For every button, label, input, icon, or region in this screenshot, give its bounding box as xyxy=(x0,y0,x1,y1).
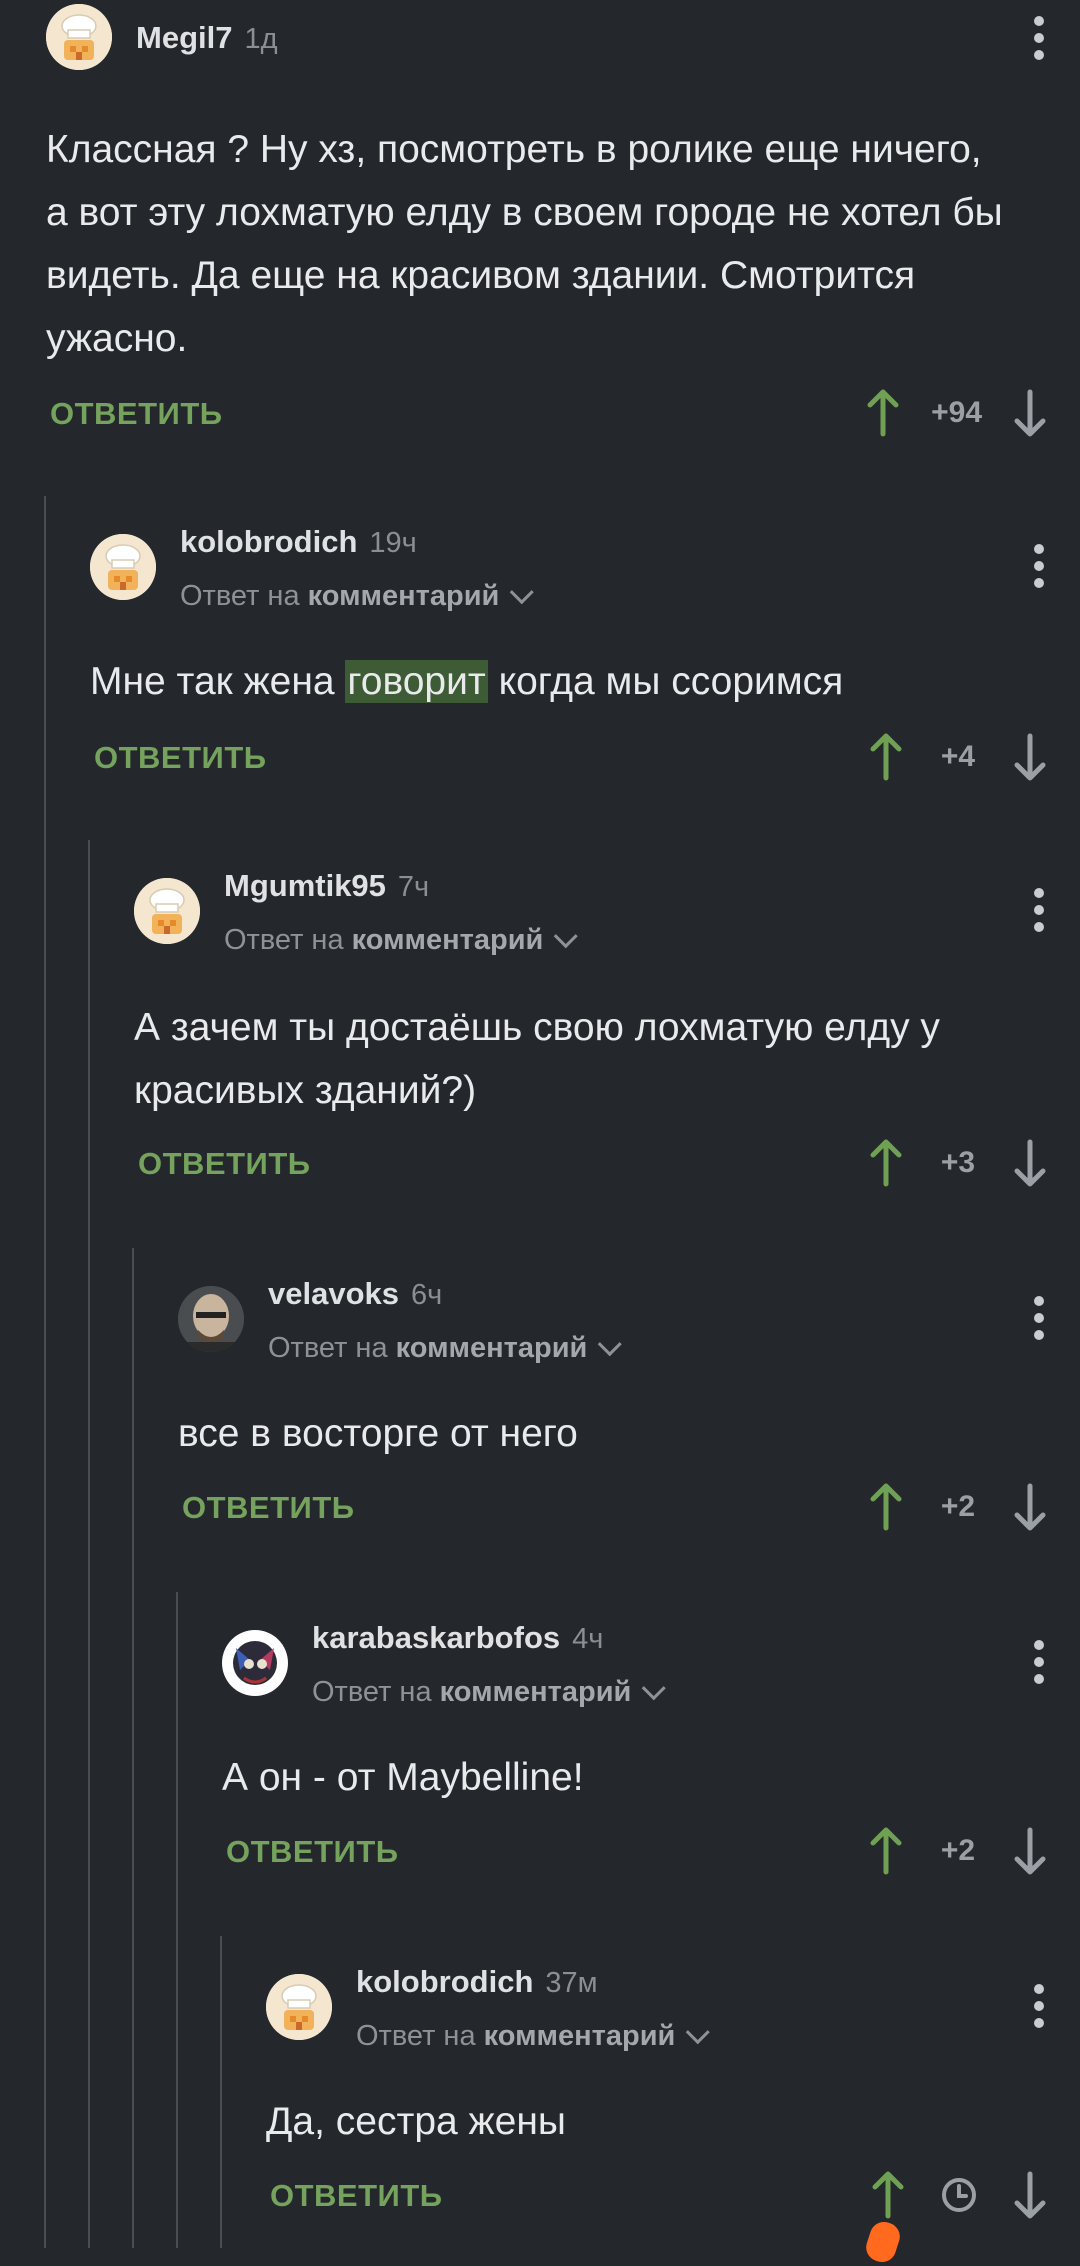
score: +94 xyxy=(931,396,982,429)
avatar[interactable] xyxy=(178,1286,244,1352)
reply-to-link[interactable]: Ответ на комментарий xyxy=(180,580,535,613)
downvote-icon[interactable] xyxy=(1010,732,1050,782)
chevron-down-icon xyxy=(554,924,579,949)
bald-man-avatar xyxy=(178,1286,244,1352)
timestamp: 4ч xyxy=(572,1623,604,1655)
upvote-icon[interactable] xyxy=(866,1482,906,1532)
thread-line-1 xyxy=(44,496,46,2248)
downvote-icon[interactable] xyxy=(1010,1826,1050,1876)
chevron-down-icon xyxy=(642,1676,667,1701)
chevron-down-icon xyxy=(510,580,535,605)
vote-controls: +3 xyxy=(866,1138,1050,1188)
score: +2 xyxy=(940,1490,976,1523)
upvote-icon[interactable] xyxy=(866,1826,906,1876)
avatar[interactable] xyxy=(222,1630,288,1696)
thread-line-5 xyxy=(220,1936,222,2248)
reply-button[interactable]: ОТВЕТИТЬ xyxy=(226,1834,399,1870)
vote-controls: +94 xyxy=(863,388,1050,438)
thread-line-3 xyxy=(132,1248,134,2248)
vote-controls: +4 xyxy=(866,732,1050,782)
timestamp: 1д xyxy=(244,23,278,55)
reply-button[interactable]: ОТВЕТИТЬ xyxy=(50,396,223,432)
comment-text: все в восторге от него xyxy=(178,1412,578,1455)
reply-to-link[interactable]: Ответ на комментарий xyxy=(312,1676,667,1709)
timestamp: 37м xyxy=(545,1967,598,1999)
reply-to-link[interactable]: Ответ на комментарий xyxy=(224,924,579,957)
timestamp: 7ч xyxy=(397,871,430,903)
username[interactable]: kolobrodich 37м xyxy=(356,1964,598,2000)
reply-button[interactable]: ОТВЕТИТЬ xyxy=(182,1490,355,1526)
comment-text: А он - от Maybelline! xyxy=(222,1756,584,1799)
comment-text: Да, сестра жены xyxy=(266,2100,566,2143)
comment-text: А зачем ты достаёшь свою лохматую елду у… xyxy=(134,1006,940,1112)
avatar[interactable] xyxy=(90,534,156,600)
clock-icon xyxy=(942,2178,976,2212)
thread-line-2 xyxy=(88,840,90,2248)
chef-hat-icon xyxy=(90,534,156,600)
more-options-icon[interactable] xyxy=(1034,888,1044,932)
chef-hat-icon xyxy=(134,878,200,944)
thread-line-4 xyxy=(176,1592,178,2248)
username[interactable]: Mgumtik95 7ч xyxy=(224,868,429,904)
highlighted-word: говорит xyxy=(345,660,488,703)
reply-button[interactable]: ОТВЕТИТЬ xyxy=(94,740,267,776)
vote-controls: +2 xyxy=(866,1826,1050,1876)
reply-to-link[interactable]: Ответ на комментарий xyxy=(268,1332,623,1365)
reply-button[interactable]: ОТВЕТИТЬ xyxy=(270,2178,443,2214)
upvote-icon[interactable] xyxy=(863,388,903,438)
vote-controls xyxy=(868,2170,1050,2220)
more-options-icon[interactable] xyxy=(1034,16,1044,60)
score: +2 xyxy=(940,1834,976,1867)
vote-controls: +2 xyxy=(866,1482,1050,1532)
downvote-icon[interactable] xyxy=(1010,388,1050,438)
cartoon-avatar xyxy=(222,1630,288,1696)
floating-indicator xyxy=(862,2218,904,2266)
username[interactable]: velavoks 6ч xyxy=(268,1276,442,1312)
comment-text: Классная ? Ну хз, посмотреть в ролике ещ… xyxy=(46,128,1003,360)
more-options-icon[interactable] xyxy=(1034,1984,1044,2028)
score: +3 xyxy=(940,1146,976,1179)
username[interactable]: Megil7 1д xyxy=(136,20,278,56)
downvote-icon[interactable] xyxy=(1010,1138,1050,1188)
avatar[interactable] xyxy=(46,4,112,70)
upvote-icon[interactable] xyxy=(866,1138,906,1188)
chevron-down-icon xyxy=(686,2020,711,2045)
chef-hat-icon xyxy=(266,1974,332,2040)
downvote-icon[interactable] xyxy=(1010,2170,1050,2220)
timestamp: 19ч xyxy=(369,527,417,559)
chevron-down-icon xyxy=(598,1332,623,1357)
downvote-icon[interactable] xyxy=(1010,1482,1050,1532)
avatar[interactable] xyxy=(266,1974,332,2040)
username[interactable]: kolobrodich 19ч xyxy=(180,524,417,560)
reply-to-link[interactable]: Ответ на комментарий xyxy=(356,2020,711,2053)
score: +4 xyxy=(940,740,976,773)
upvote-icon[interactable] xyxy=(866,732,906,782)
comment-text: Мне так жена говорит когда мы ссоримся xyxy=(90,660,844,703)
more-options-icon[interactable] xyxy=(1034,1640,1044,1684)
reply-button[interactable]: ОТВЕТИТЬ xyxy=(138,1146,311,1182)
chef-hat-icon xyxy=(46,4,112,70)
avatar[interactable] xyxy=(134,878,200,944)
username[interactable]: karabaskarbofos 4ч xyxy=(312,1620,603,1656)
more-options-icon[interactable] xyxy=(1034,1296,1044,1340)
upvote-icon[interactable] xyxy=(868,2170,908,2220)
timestamp: 6ч xyxy=(411,1279,443,1311)
more-options-icon[interactable] xyxy=(1034,544,1044,588)
